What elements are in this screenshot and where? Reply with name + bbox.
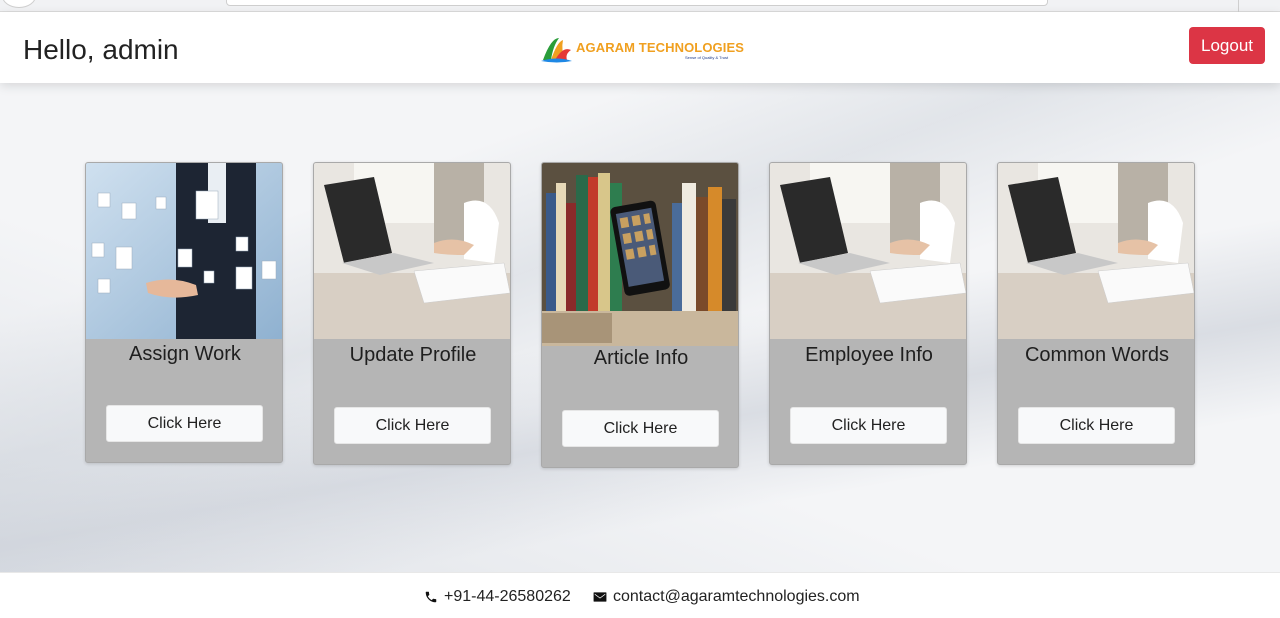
- browser-divider: [1238, 0, 1239, 12]
- logo-tagline: Sense of Quality & Trust: [685, 55, 729, 60]
- bookshelf-tablet-image: [542, 163, 738, 346]
- laptop-desk-image: [314, 163, 510, 339]
- card-assign-work: Assign Work Click Here: [85, 162, 283, 463]
- card-title: Employee Info: [805, 344, 933, 366]
- common-words-button[interactable]: Click Here: [1018, 407, 1175, 444]
- card-common-words: Common Words Click Here: [997, 162, 1195, 465]
- browser-chrome: [0, 0, 1280, 12]
- business-network-image: [86, 163, 282, 339]
- logo-mark-icon: [541, 38, 572, 63]
- top-header: Hello, admin AGARAM TECHNOLOGIES Sense o…: [0, 12, 1280, 83]
- card-update-profile: Update Profile Click Here: [313, 162, 511, 465]
- footer-phone: +91-44-26580262: [424, 588, 571, 606]
- card-title: Common Words: [1024, 344, 1170, 366]
- logout-button[interactable]: Logout: [1189, 27, 1265, 64]
- card-title: Assign Work: [129, 343, 241, 365]
- article-info-button[interactable]: Click Here: [562, 410, 719, 447]
- card-title: Article Info: [593, 347, 689, 369]
- card-title: Update Profile: [349, 344, 477, 366]
- phone-number: +91-44-26580262: [444, 588, 571, 605]
- laptop-desk-image: [770, 163, 966, 339]
- company-logo: AGARAM TECHNOLOGIES Sense of Quality & T…: [541, 36, 745, 66]
- email-address[interactable]: contact@agaramtechnologies.com: [613, 588, 860, 606]
- phone-icon: [425, 591, 437, 603]
- browser-back-button[interactable]: [2, 0, 36, 8]
- laptop-desk-image: [998, 163, 1194, 339]
- page-footer: +91-44-26580262 contact@agaramtechnologi…: [0, 572, 1280, 618]
- envelope-icon: [593, 592, 607, 602]
- assign-work-button[interactable]: Click Here: [106, 405, 263, 442]
- employee-info-button[interactable]: Click Here: [790, 407, 947, 444]
- footer-email: contact@agaramtechnologies.com: [593, 588, 860, 606]
- greeting-title: Hello, admin: [23, 34, 179, 65]
- update-profile-button[interactable]: Click Here: [334, 407, 491, 444]
- logo-text: AGARAM TECHNOLOGIES: [576, 40, 745, 55]
- card-employee-info: Employee Info Click Here: [769, 162, 967, 465]
- card-article-info: Article Info Click Here: [541, 162, 739, 468]
- browser-address-bar[interactable]: [226, 0, 1048, 6]
